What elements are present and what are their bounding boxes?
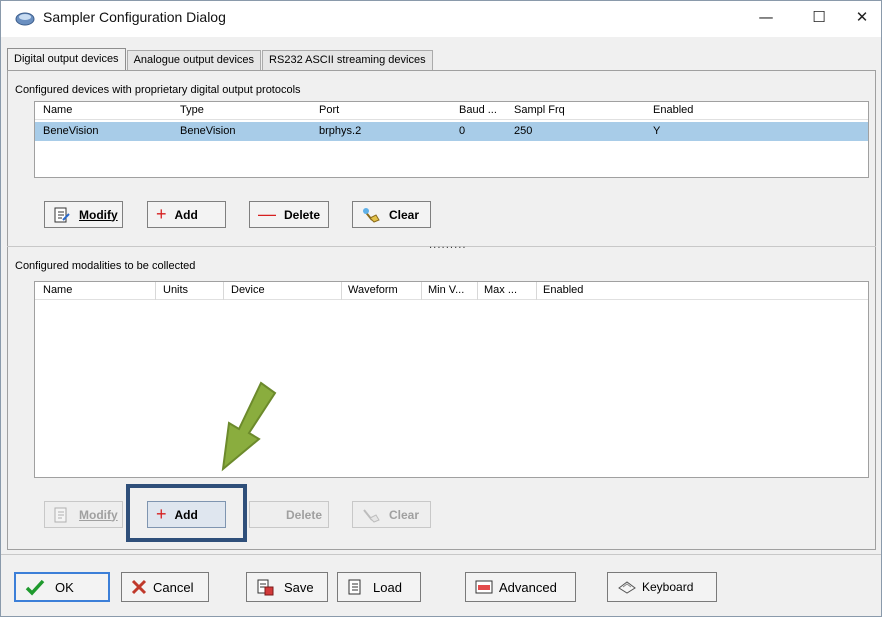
minus-icon: — — [258, 204, 276, 224]
column-header-enabled[interactable]: Enabled — [543, 284, 583, 298]
column-header-waveform[interactable]: Waveform — [348, 284, 398, 298]
modalities-delete-button[interactable]: Delete — [249, 501, 329, 528]
column-header-device[interactable]: Device — [231, 284, 265, 298]
column-separator — [155, 282, 156, 300]
clear-icon — [361, 506, 381, 524]
cell-port: brphys.2 — [319, 125, 362, 137]
devices-table[interactable]: Name Type Port Baud ... Sampl Frq Enable… — [34, 101, 869, 178]
splitter[interactable]: ......... — [7, 240, 876, 251]
devices-modify-button[interactable]: Modify — [44, 201, 123, 228]
tab-strip: Digital output devices Analogue output d… — [7, 48, 434, 70]
window-title: Sampler Configuration Dialog — [43, 9, 226, 25]
column-header-units[interactable]: Units — [163, 284, 188, 298]
checkmark-icon — [25, 578, 45, 596]
column-separator — [341, 282, 342, 300]
advanced-button[interactable]: Advanced — [465, 572, 576, 602]
save-icon — [256, 578, 274, 596]
cancel-button[interactable]: Cancel — [121, 572, 209, 602]
keyboard-icon — [617, 579, 637, 595]
column-header-min-value[interactable]: Min V... — [428, 284, 464, 298]
tab-analogue-output-devices[interactable]: Analogue output devices — [126, 50, 262, 70]
cell-enabled: Y — [653, 125, 661, 137]
devices-add-button[interactable]: + Add — [147, 201, 226, 228]
app-icon — [15, 12, 35, 26]
column-header-baud[interactable]: Baud ... — [459, 104, 497, 118]
minimize-button[interactable]: — — [743, 1, 789, 33]
clear-icon — [361, 206, 381, 224]
column-header-max-value[interactable]: Max ... — [484, 284, 517, 298]
column-separator — [223, 282, 224, 300]
load-icon — [347, 578, 363, 596]
modify-icon — [53, 206, 71, 224]
devices-delete-button[interactable]: — Delete — [249, 201, 329, 228]
title-bar: Sampler Configuration Dialog — ☐ ✕ — [1, 1, 881, 37]
modalities-modify-button[interactable]: Modify — [44, 501, 123, 528]
modalities-table[interactable]: Name Units Device Waveform Min V... Max … — [34, 281, 869, 478]
pointer-arrow — [221, 381, 277, 472]
column-header-name[interactable]: Name — [43, 284, 72, 298]
x-icon — [131, 579, 147, 595]
tab-rs232-ascii-streaming-devices[interactable]: RS232 ASCII streaming devices — [262, 50, 433, 70]
highlight-box — [126, 484, 247, 542]
close-button[interactable]: ✕ — [843, 1, 881, 33]
maximize-button[interactable]: ☐ — [796, 1, 842, 33]
modalities-table-header: Name Units Device Waveform Min V... Max … — [35, 282, 868, 300]
plus-icon: + — [156, 204, 167, 224]
keyboard-button[interactable]: Keyboard — [607, 572, 717, 602]
column-header-name[interactable]: Name — [43, 104, 72, 118]
modify-icon — [53, 506, 71, 524]
column-separator — [536, 282, 537, 300]
cell-sampl-frq: 250 — [514, 125, 533, 137]
cell-baud: 0 — [459, 125, 466, 137]
table-row[interactable]: BeneVision BeneVision brphys.2 0 250 Y — [35, 122, 868, 141]
footer-separator — [1, 554, 881, 555]
ok-button[interactable]: OK — [14, 572, 110, 602]
modalities-clear-button[interactable]: Clear — [352, 501, 431, 528]
column-header-port[interactable]: Port — [319, 104, 339, 118]
tab-digital-output-devices[interactable]: Digital output devices — [7, 48, 126, 70]
column-separator — [477, 282, 478, 300]
splitter-grip: ......... — [429, 240, 467, 251]
devices-section-label: Configured devices with proprietary digi… — [15, 84, 301, 96]
save-button[interactable]: Save — [246, 572, 328, 602]
cell-name: BeneVision — [43, 125, 99, 137]
cell-type: BeneVision — [180, 125, 236, 137]
column-header-type[interactable]: Type — [180, 104, 204, 118]
advanced-icon — [475, 579, 493, 595]
sampler-configuration-dialog: Sampler Configuration Dialog — ☐ ✕ Digit… — [0, 0, 882, 617]
column-separator — [421, 282, 422, 300]
devices-clear-button[interactable]: Clear — [352, 201, 431, 228]
modalities-section-label: Configured modalities to be collected — [15, 260, 196, 272]
devices-table-header: Name Type Port Baud ... Sampl Frq Enable… — [35, 102, 868, 120]
load-button[interactable]: Load — [337, 572, 421, 602]
column-header-enabled[interactable]: Enabled — [653, 104, 693, 118]
column-header-sampl-frq[interactable]: Sampl Frq — [514, 104, 565, 118]
